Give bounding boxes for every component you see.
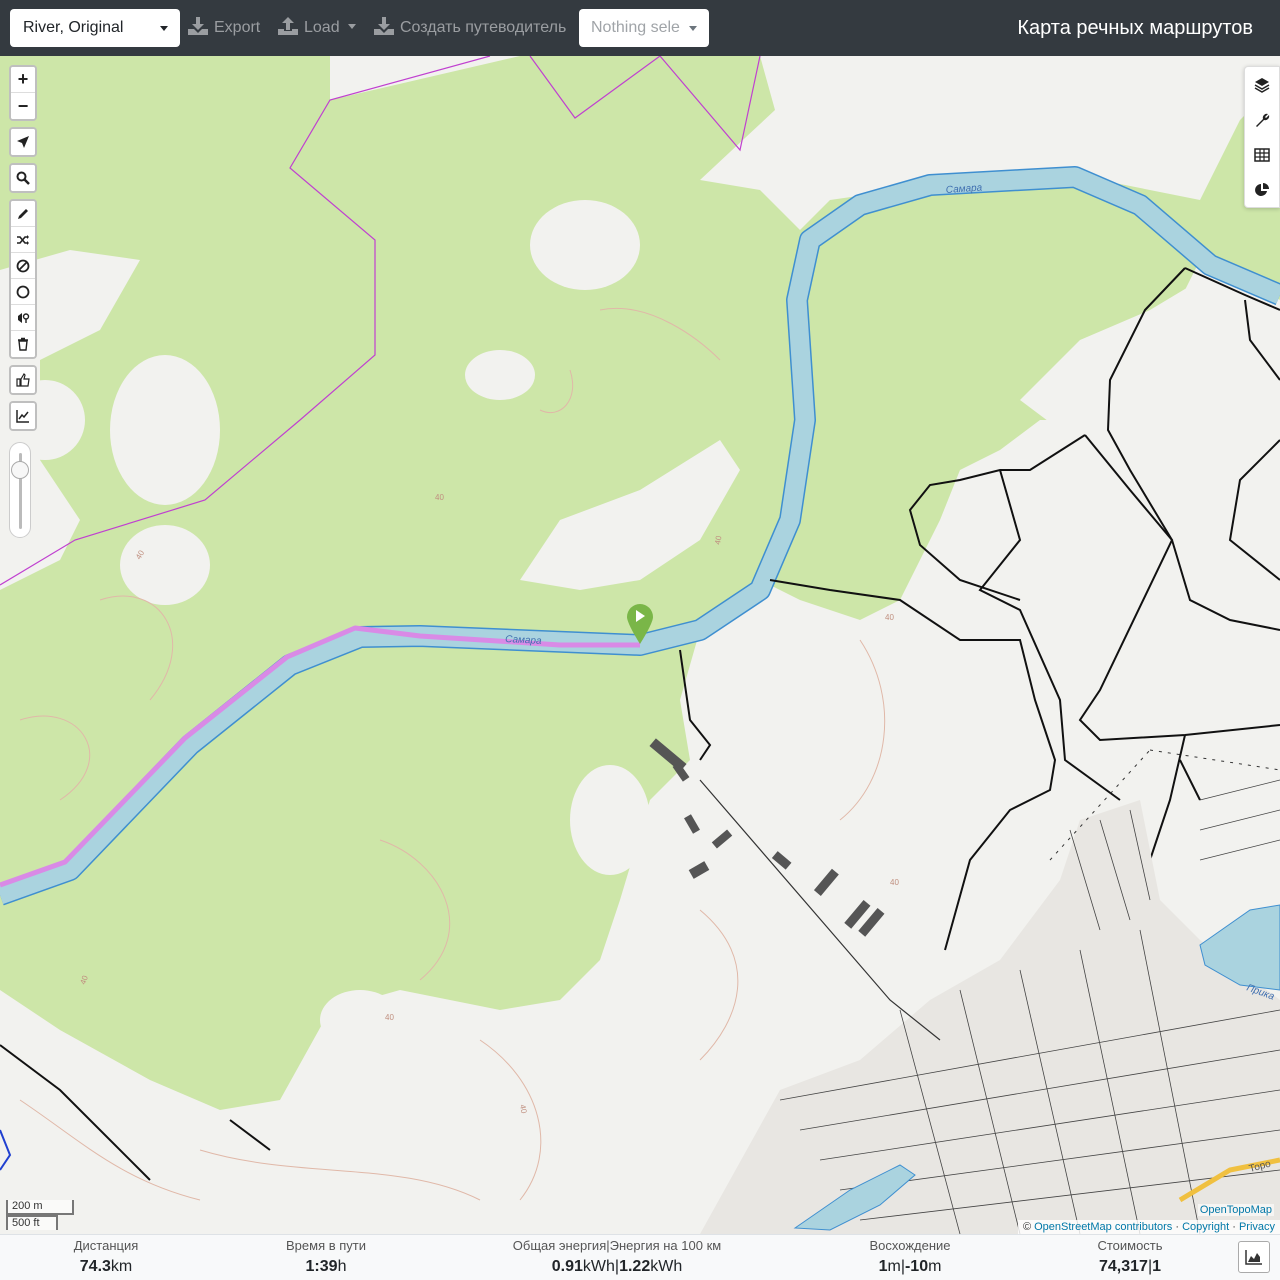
route-stats-bar: Дистанция 74.3km Время в пути 1:39h Обща… xyxy=(0,1234,1280,1280)
straight-control xyxy=(9,365,37,395)
chevron-down-icon xyxy=(689,26,697,31)
search-button[interactable] xyxy=(11,165,35,191)
profile-select-value: River, Original xyxy=(23,19,124,36)
delete-route-button[interactable] xyxy=(11,331,35,357)
map-canvas[interactable]: Самара Самара Прика Торо 40 40 40 40 40 … xyxy=(0,56,1280,1234)
stat-time: Время в пути 1:39h xyxy=(286,1238,366,1275)
circle-area-button[interactable] xyxy=(11,279,35,305)
drawing-toolbar xyxy=(9,199,37,359)
town-area xyxy=(700,779,1280,1234)
zoom-out-button[interactable]: − xyxy=(11,93,35,119)
upload-icon xyxy=(278,17,298,35)
map-marker-icon xyxy=(18,312,30,323)
search-icon xyxy=(16,171,30,185)
elevation-control xyxy=(9,401,37,431)
pencil-icon xyxy=(18,208,28,219)
table-button[interactable] xyxy=(1245,137,1279,172)
poi-button[interactable] xyxy=(11,305,35,331)
track-select[interactable]: Nothing sele xyxy=(579,9,709,47)
trash-icon xyxy=(18,337,28,351)
right-toolbar xyxy=(1244,66,1280,208)
map-tiles: Самара Самара Прика Торо 40 40 40 40 40 … xyxy=(0,56,1280,1234)
contour-label: 40 xyxy=(885,613,894,622)
load-button[interactable]: Load xyxy=(278,9,356,47)
hand-point-icon xyxy=(16,373,30,387)
profile-select[interactable]: River, Original xyxy=(10,9,180,47)
zoom-control: + − xyxy=(9,65,37,121)
contour-label: 40 xyxy=(518,1104,529,1115)
track-select-value: Nothing sele xyxy=(591,19,680,36)
layers-button[interactable] xyxy=(1245,67,1279,102)
scale-imperial: 500 ft xyxy=(6,1215,58,1230)
stat-energy: Общая энергия|Энергия на 100 км 0.91kWh|… xyxy=(512,1238,722,1275)
zoom-in-button[interactable]: + xyxy=(11,67,35,93)
scale-metric: 200 m xyxy=(6,1200,74,1215)
location-arrow-icon xyxy=(17,136,29,148)
locate-button[interactable] xyxy=(11,129,35,155)
buildings xyxy=(649,738,885,937)
elevation-profile-button[interactable] xyxy=(1238,1241,1270,1273)
privacy-link[interactable]: Privacy xyxy=(1239,1221,1275,1233)
water-boundary xyxy=(0,1129,12,1171)
stat-cost: Стоимость 74,317|1 xyxy=(1097,1238,1163,1275)
contour-label: 40 xyxy=(435,493,444,502)
area-chart-icon xyxy=(1245,1250,1262,1265)
chart-line-icon xyxy=(16,410,29,423)
stat-distance: Дистанция 74.3km xyxy=(73,1238,139,1275)
export-button[interactable]: Export xyxy=(188,9,260,47)
contour-label: 40 xyxy=(890,878,899,887)
river-label: Самара xyxy=(505,634,542,647)
osm-link[interactable]: OpenStreetMap contributors xyxy=(1034,1221,1172,1233)
thumbs-up-button[interactable] xyxy=(11,367,35,393)
table-icon xyxy=(1254,147,1270,162)
wrench-icon xyxy=(1256,113,1270,127)
app-title: Карта речных маршрутов xyxy=(1017,17,1253,39)
stat-ascent: Восхождение 1m|-10m xyxy=(869,1238,951,1275)
no-go-area-button[interactable] xyxy=(11,253,35,279)
layers-icon xyxy=(1254,77,1270,93)
opentopomap-link[interactable]: OpenTopoMap xyxy=(1197,1204,1274,1216)
shuffle-icon xyxy=(17,234,29,245)
locate-control xyxy=(9,127,37,157)
top-navbar: River, Original Export Load Создать путе… xyxy=(0,0,1280,56)
search-control xyxy=(9,163,37,193)
slider-thumb[interactable] xyxy=(11,461,29,479)
chevron-down-icon xyxy=(347,24,356,29)
opacity-slider[interactable] xyxy=(9,442,31,538)
elevation-chart-button[interactable] xyxy=(11,403,35,429)
download-icon xyxy=(374,17,394,35)
settings-button[interactable] xyxy=(1245,102,1279,137)
create-guide-button[interactable]: Создать путеводитель xyxy=(374,9,566,47)
draw-route-button[interactable] xyxy=(11,201,35,227)
copyright-link[interactable]: Copyright xyxy=(1182,1221,1229,1233)
analysis-button[interactable] xyxy=(1245,172,1279,207)
ban-icon xyxy=(16,259,30,272)
chevron-down-icon xyxy=(160,26,168,31)
circle-icon xyxy=(16,285,30,298)
reverse-route-button[interactable] xyxy=(11,227,35,253)
pie-chart-icon xyxy=(1255,182,1269,196)
scale-bar: 200 m 500 ft xyxy=(6,1200,74,1230)
download-icon xyxy=(188,17,208,35)
attribution: © OpenStreetMap contributors · Copyright… xyxy=(1017,1220,1280,1234)
contour-label: 40 xyxy=(385,1013,394,1022)
